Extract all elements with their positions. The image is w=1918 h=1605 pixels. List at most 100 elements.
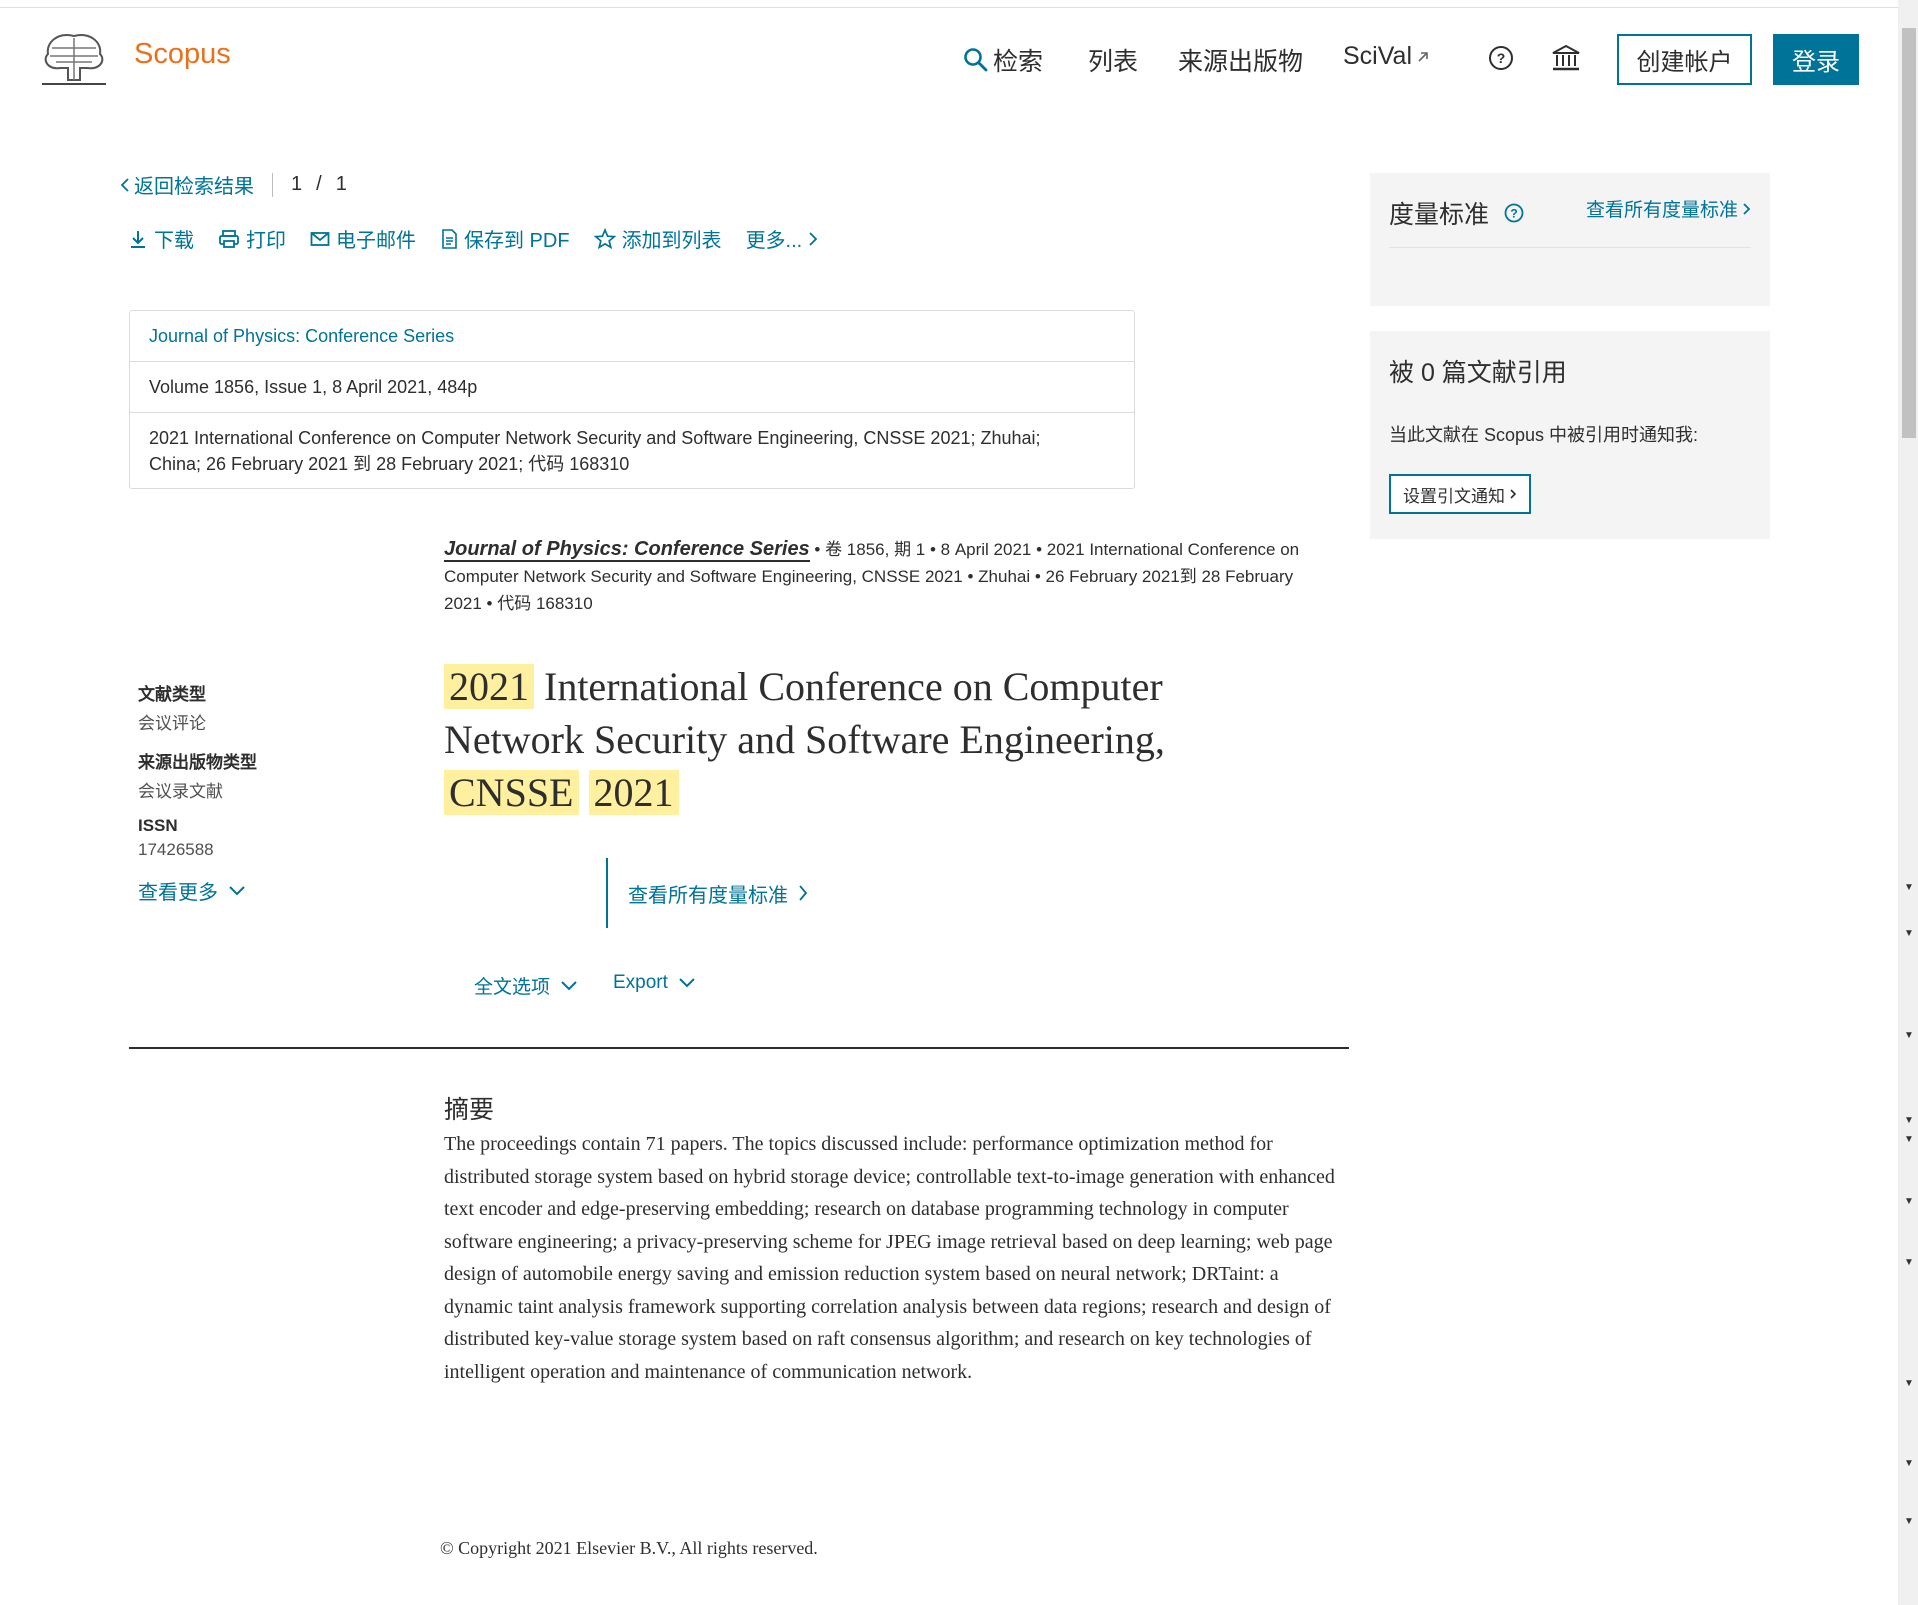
issn-label: ISSN [138, 816, 178, 835]
citation-journal-link[interactable]: Journal of Physics: Conference Series [444, 538, 810, 562]
divider [272, 172, 273, 197]
add-to-list-button[interactable]: 添加到列表 [593, 224, 722, 253]
source-conference-line1: 2021 International Conference on Compute… [149, 427, 1041, 448]
save-pdf-button[interactable]: 保存到 PDF [440, 224, 570, 253]
view-all-metrics-link[interactable]: 查看所有度量标准 [606, 858, 808, 928]
metrics-panel-title: 度量标准 [1389, 201, 1490, 229]
nav-scival[interactable]: SciVal [1343, 42, 1430, 71]
source-conference-line2: China; 26 February 2021 到 28 February 20… [149, 453, 630, 474]
result-index: 1 [291, 173, 303, 195]
help-icon[interactable]: ? [1503, 202, 1525, 224]
print-icon [219, 229, 239, 248]
metrics-panel-link-label: 查看所有度量标准 [1585, 200, 1738, 221]
more-actions-button[interactable]: 更多... [746, 224, 819, 253]
issn-value: 17426588 [138, 840, 214, 859]
search-icon [963, 47, 989, 73]
title-highlight: CNSSE [444, 770, 579, 815]
chevron-right-icon [1743, 202, 1751, 215]
chevron-down-icon [229, 885, 245, 895]
document-meta: 文献类型 会议评论 来源出版物类型 会议录文献 ISSN 17426588 查看… [138, 670, 398, 905]
download-button[interactable]: 下载 [128, 224, 194, 253]
view-more-label: 查看更多 [138, 882, 218, 904]
view-more-button[interactable]: 查看更多 [138, 876, 398, 905]
title-highlight: 2021 [588, 770, 679, 815]
print-button[interactable]: 打印 [218, 224, 286, 253]
scroll-marker-icon: ▼ [1904, 1458, 1914, 1469]
source-journal-link[interactable]: Journal of Physics: Conference Series [130, 311, 1134, 362]
source-conference: 2021 International Conference on Compute… [130, 413, 1134, 488]
pdf-icon [442, 228, 457, 249]
chevron-right-icon [799, 885, 808, 901]
export-label: Export [613, 972, 668, 993]
create-account-button[interactable]: 创建帐户 [1617, 34, 1752, 85]
fulltext-options-label: 全文选项 [474, 977, 551, 998]
external-link-icon [1416, 50, 1430, 64]
set-citation-alert-button[interactable]: 设置引文通知 [1389, 474, 1531, 514]
svg-text:?: ? [1510, 207, 1517, 221]
chevron-left-icon [120, 177, 129, 192]
title-highlight: 2021 [444, 664, 534, 709]
add-to-list-label: 添加到列表 [621, 230, 722, 252]
back-to-results-link[interactable]: 返回检索结果 [120, 170, 254, 199]
abstract-text: The proceedings contain 71 papers. The t… [444, 1133, 1335, 1383]
document-title: 2021 International Conference on Compute… [444, 660, 1264, 819]
result-separator: / [316, 173, 322, 195]
scroll-marker-icon: ▼ [1904, 1196, 1914, 1207]
back-label: 返回检索结果 [134, 176, 254, 198]
citation-line: Journal of Physics: Conference Series • … [444, 536, 1334, 617]
nav-search[interactable]: 检索 [963, 42, 1043, 78]
metrics-panel: 度量标准 ? 查看所有度量标准 [1370, 173, 1770, 306]
email-button[interactable]: 电子邮件 [310, 224, 416, 253]
fulltext-options-button[interactable]: 全文选项 [474, 972, 578, 999]
export-button[interactable]: Export [613, 972, 696, 994]
doc-type-label: 文献类型 [138, 685, 206, 704]
source-volume: Volume 1856, Issue 1, 8 April 2021, 484p [130, 362, 1134, 413]
scroll-marker-icon: ▼ [1904, 1030, 1914, 1041]
doc-type-value: 会议评论 [138, 714, 206, 733]
nav-search-label: 检索 [993, 48, 1044, 76]
scroll-marker-icon: ▼ [1904, 928, 1914, 939]
nav-sources[interactable]: 来源出版物 [1178, 42, 1303, 78]
download-label: 下载 [154, 230, 194, 252]
breadcrumb: 返回检索结果 1 / 1 [120, 170, 347, 199]
scroll-marker-icon: ▼ [1904, 1134, 1914, 1145]
panel-divider [1389, 247, 1751, 248]
chevron-right-icon [1510, 489, 1517, 499]
nav-lists[interactable]: 列表 [1088, 42, 1138, 78]
print-label: 打印 [246, 230, 286, 252]
source-info-box: Journal of Physics: Conference Series Vo… [129, 310, 1135, 489]
metrics-panel-link[interactable]: 查看所有度量标准 [1586, 195, 1751, 222]
scroll-marker-icon: ▼ [1904, 1115, 1914, 1126]
star-icon [593, 227, 616, 249]
envelope-icon [310, 231, 330, 246]
source-type-value: 会议录文献 [138, 782, 223, 801]
chevron-down-icon [561, 980, 577, 990]
download-icon [131, 230, 145, 248]
scrollbar-thumb[interactable] [1902, 28, 1916, 438]
elsevier-logo[interactable] [38, 26, 110, 88]
section-divider [129, 1047, 1349, 1049]
chevron-right-icon [809, 231, 818, 246]
more-label: 更多... [745, 230, 803, 252]
help-icon[interactable]: ? [1487, 44, 1515, 72]
nav-scival-label: SciVal [1343, 42, 1413, 70]
abstract-heading: 摘要 [444, 1096, 495, 1124]
scroll-marker-icon: ▼ [1904, 882, 1914, 893]
scroll-marker-icon: ▼ [1904, 1516, 1914, 1527]
result-total: 1 [335, 173, 347, 195]
save-pdf-label: 保存到 PDF [464, 230, 570, 252]
scroll-marker-icon: ▼ [1904, 1378, 1914, 1389]
title-middle: International Conference on Computer Net… [444, 664, 1165, 762]
cited-by-title: 被 0 篇文献引用 [1389, 359, 1567, 387]
cited-by-panel: 被 0 篇文献引用 当此文献在 Scopus 中被引用时通知我: 设置引文通知 [1370, 331, 1770, 539]
institution-icon[interactable] [1551, 44, 1580, 72]
login-button[interactable]: 登录 [1773, 34, 1859, 85]
copyright-text: © Copyright 2021 Elsevier B.V., All righ… [440, 1538, 818, 1558]
view-all-metrics-label: 查看所有度量标准 [628, 884, 788, 907]
source-type-label: 来源出版物类型 [138, 753, 257, 772]
chevron-down-icon [679, 978, 695, 988]
svg-text:?: ? [1497, 50, 1506, 66]
document-actions: 下载 打印 电子邮件 保存到 PDF 添加到列表 更多... [128, 224, 818, 253]
email-label: 电子邮件 [336, 230, 416, 252]
brand-name[interactable]: Scopus [134, 38, 231, 71]
